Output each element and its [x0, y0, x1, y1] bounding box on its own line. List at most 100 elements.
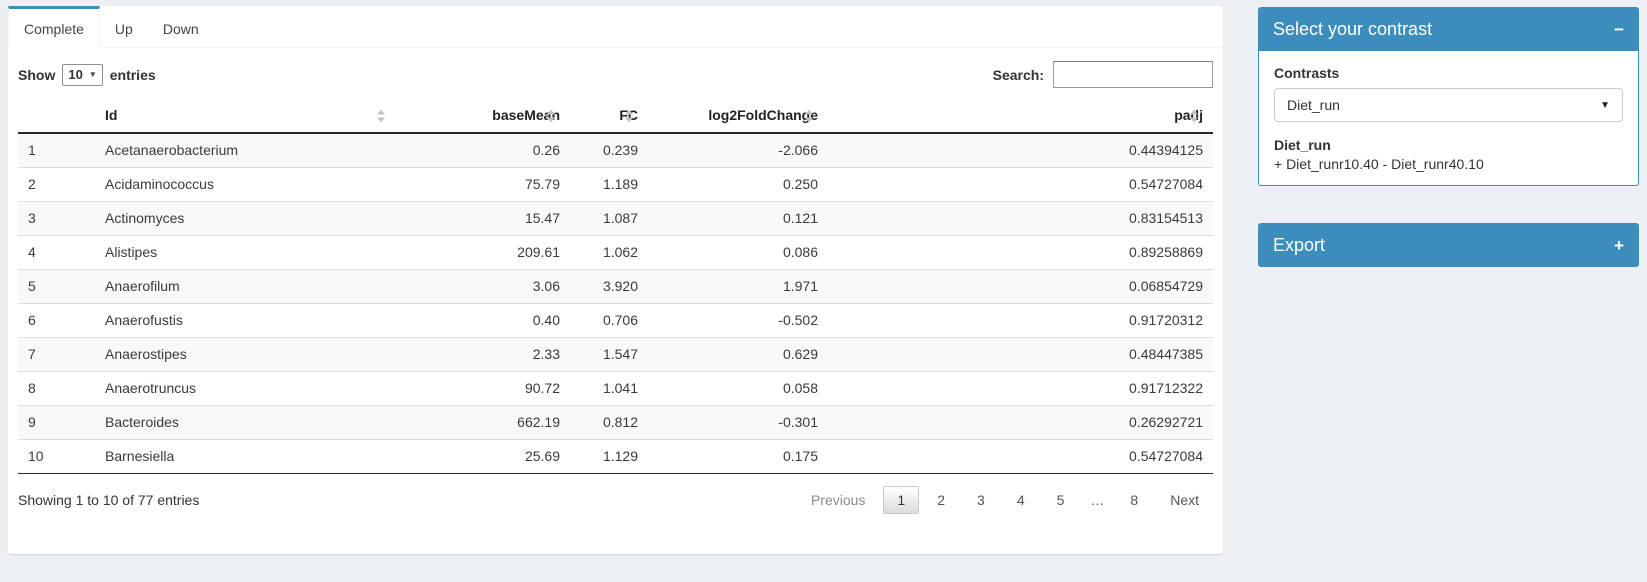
- column-header-id[interactable]: Id: [95, 99, 400, 133]
- row-index-cell: 7: [18, 338, 95, 372]
- basemean-cell: 662.19: [400, 406, 570, 440]
- pagination-page-4[interactable]: 4: [1003, 486, 1039, 514]
- padj-cell: 0.91712322: [828, 372, 1213, 406]
- id-cell: Barnesiella: [95, 440, 400, 474]
- page: Complete Up Down Show 10 ▼ entries Searc…: [0, 0, 1647, 582]
- table-row: 10 Barnesiella 25.69 1.129 0.175 0.54727…: [18, 440, 1213, 474]
- id-cell: Acidaminococcus: [95, 168, 400, 202]
- column-label: Id: [105, 107, 117, 123]
- contrasts-label: Contrasts: [1274, 65, 1623, 81]
- tab-down[interactable]: Down: [148, 6, 214, 48]
- table-controls: Show 10 ▼ entries Search:: [8, 48, 1223, 97]
- padj-cell: 0.89258869: [828, 236, 1213, 270]
- basemean-cell: 209.61: [400, 236, 570, 270]
- row-index-cell: 3: [18, 202, 95, 236]
- basemean-cell: 90.72: [400, 372, 570, 406]
- row-index-cell: 5: [18, 270, 95, 304]
- sort-icon: [805, 109, 814, 122]
- fc-cell: 0.239: [570, 133, 648, 168]
- log2fc-cell: 1.971: [648, 270, 828, 304]
- export-panel-header: Export +: [1258, 223, 1639, 267]
- id-cell: Anaerofilum: [95, 270, 400, 304]
- log2fc-cell: 0.121: [648, 202, 828, 236]
- minus-icon: −: [1614, 20, 1624, 39]
- sort-icon: [625, 109, 634, 122]
- padj-cell: 0.48447385: [828, 338, 1213, 372]
- pagination-next[interactable]: Next: [1156, 486, 1213, 514]
- log2fc-cell: 0.250: [648, 168, 828, 202]
- row-index-cell: 8: [18, 372, 95, 406]
- pagination-page-5[interactable]: 5: [1043, 486, 1079, 514]
- fc-cell: 1.041: [570, 372, 648, 406]
- page-length-control: Show 10 ▼ entries: [18, 64, 156, 86]
- sort-icon: [1190, 109, 1199, 122]
- page-length-suffix-label: entries: [110, 67, 156, 83]
- export-panel-title: Export: [1273, 235, 1325, 256]
- id-cell: Bacteroides: [95, 406, 400, 440]
- pagination-page-8[interactable]: 8: [1116, 486, 1152, 514]
- table-row: 6 Anaerofustis 0.40 0.706 -0.502 0.91720…: [18, 304, 1213, 338]
- pagination-ellipsis: …: [1082, 486, 1112, 514]
- padj-cell: 0.91720312: [828, 304, 1213, 338]
- log2fc-cell: 0.629: [648, 338, 828, 372]
- table-row: 1 Acetanaerobacterium 0.26 0.239 -2.066 …: [18, 133, 1213, 168]
- fc-cell: 1.547: [570, 338, 648, 372]
- tab-up[interactable]: Up: [100, 6, 148, 48]
- basemean-cell: 2.33: [400, 338, 570, 372]
- id-cell: Acetanaerobacterium: [95, 133, 400, 168]
- row-index-cell: 4: [18, 236, 95, 270]
- pagination-previous[interactable]: Previous: [797, 486, 879, 514]
- row-index-cell: 10: [18, 440, 95, 474]
- fc-cell: 1.087: [570, 202, 648, 236]
- id-cell: Alistipes: [95, 236, 400, 270]
- table-row: 7 Anaerostipes 2.33 1.547 0.629 0.484473…: [18, 338, 1213, 372]
- column-header-basemean[interactable]: baseMean: [400, 99, 570, 133]
- column-header-fc[interactable]: FC: [570, 99, 648, 133]
- table-row: 4 Alistipes 209.61 1.062 0.086 0.8925886…: [18, 236, 1213, 270]
- contrast-panel-header: Select your contrast −: [1258, 7, 1639, 51]
- tab-complete[interactable]: Complete: [8, 6, 100, 48]
- search-label: Search:: [993, 67, 1044, 83]
- table-row: 5 Anaerofilum 3.06 3.920 1.971 0.0685472…: [18, 270, 1213, 304]
- log2fc-cell: 0.086: [648, 236, 828, 270]
- log2fc-cell: 0.175: [648, 440, 828, 474]
- column-header-padj[interactable]: padj: [828, 99, 1213, 133]
- table-row: 9 Bacteroides 662.19 0.812 -0.301 0.2629…: [18, 406, 1213, 440]
- contrast-panel: Select your contrast − Contrasts Diet_ru…: [1258, 7, 1639, 186]
- padj-cell: 0.06854729: [828, 270, 1213, 304]
- expand-button[interactable]: +: [1614, 237, 1624, 254]
- results-panel: Complete Up Down Show 10 ▼ entries Searc…: [8, 6, 1223, 554]
- table-footer: Showing 1 to 10 of 77 entries Previous 1…: [8, 474, 1223, 524]
- log2fc-cell: -0.502: [648, 304, 828, 338]
- pagination-page-3[interactable]: 3: [963, 486, 999, 514]
- pagination-page-2[interactable]: 2: [923, 486, 959, 514]
- row-index-cell: 9: [18, 406, 95, 440]
- column-header-index[interactable]: [18, 99, 95, 133]
- padj-cell: 0.83154513: [828, 202, 1213, 236]
- basemean-cell: 0.26: [400, 133, 570, 168]
- export-panel: Export +: [1258, 223, 1639, 267]
- table-info: Showing 1 to 10 of 77 entries: [18, 492, 199, 508]
- contrast-description-title: Diet_run: [1274, 137, 1623, 153]
- column-header-log2foldchange[interactable]: log2FoldChange: [648, 99, 828, 133]
- contrast-description-formula: + Diet_runr10.40 - Diet_runr40.10: [1274, 156, 1623, 172]
- collapse-button[interactable]: −: [1614, 21, 1624, 38]
- basemean-cell: 3.06: [400, 270, 570, 304]
- fc-cell: 0.812: [570, 406, 648, 440]
- search-input[interactable]: [1053, 61, 1213, 88]
- column-label: log2FoldChange: [708, 107, 818, 123]
- contrast-panel-body: Contrasts Diet_run ▼ Diet_run + Diet_run…: [1258, 51, 1639, 186]
- id-cell: Actinomyces: [95, 202, 400, 236]
- fc-cell: 3.920: [570, 270, 648, 304]
- fc-cell: 1.129: [570, 440, 648, 474]
- pagination-page-1[interactable]: 1: [883, 486, 919, 514]
- id-cell: Anaerostipes: [95, 338, 400, 372]
- contrast-select[interactable]: Diet_run ▼: [1274, 88, 1623, 122]
- page-length-value: 10: [68, 67, 82, 82]
- basemean-cell: 75.79: [400, 168, 570, 202]
- table-row: 3 Actinomyces 15.47 1.087 0.121 0.831545…: [18, 202, 1213, 236]
- log2fc-cell: 0.058: [648, 372, 828, 406]
- page-length-select[interactable]: 10 ▼: [62, 64, 102, 86]
- contrast-select-value: Diet_run: [1287, 97, 1340, 113]
- padj-cell: 0.54727084: [828, 440, 1213, 474]
